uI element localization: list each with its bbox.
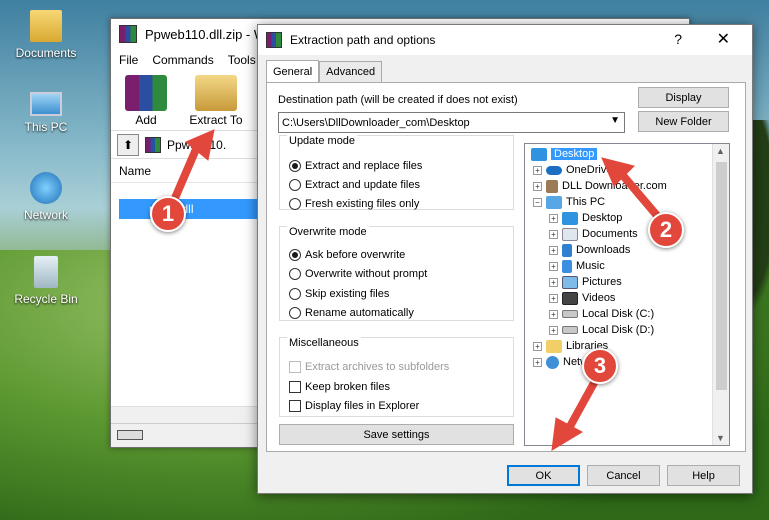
annotation-badge-3: 3 (582, 348, 618, 384)
annotation-badge-1: 1 (150, 196, 186, 232)
annotation-badge-2: 2 (648, 212, 684, 248)
annotation-arrowhead-3 (551, 417, 584, 451)
annotation-arrows (168, 129, 669, 451)
